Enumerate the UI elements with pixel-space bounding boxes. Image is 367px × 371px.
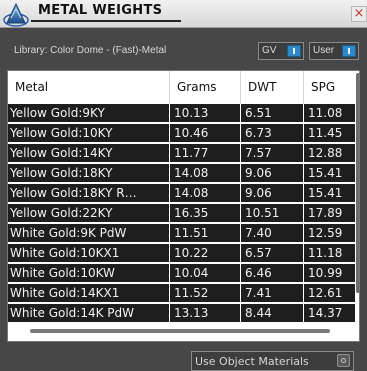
table-row[interactable]: Yellow Gold:14KY 11.77 7.57 12.88: [8, 144, 355, 163]
cell-metal: Yellow Gold:22KY: [8, 204, 170, 223]
cell-metal: Yellow Gold:9KY: [8, 104, 170, 123]
cell-dwt: 10.51: [241, 204, 304, 223]
use-object-materials-checkbox[interactable]: Use Object Materials: [191, 351, 354, 371]
toggle-icon[interactable]: [337, 354, 350, 367]
cell-metal: Yellow Gold:18KY R…: [8, 184, 170, 203]
cell-metal: Yellow Gold:10KY: [8, 124, 170, 143]
cell-grams: 16.35: [170, 204, 241, 223]
table-row[interactable]: White Gold:9K PdW 11.51 7.40 12.59: [8, 224, 355, 243]
column-header-dwt[interactable]: DWT: [241, 71, 304, 104]
library-label: Library: Color Dome - (Fast)-Metal: [14, 45, 167, 56]
table-row[interactable]: Yellow Gold:10KY 10.46 6.73 11.45: [8, 124, 355, 143]
cell-grams: 14.08: [170, 164, 241, 183]
column-header-spg[interactable]: SPG: [304, 71, 355, 104]
cell-metal: White Gold:10KX1: [8, 244, 170, 263]
close-button[interactable]: ×: [351, 6, 367, 22]
cell-metal: Yellow Gold:18KY: [8, 164, 170, 183]
cell-spg: 11.18: [308, 246, 343, 260]
mode-select-value: User: [313, 45, 335, 56]
table-row[interactable]: Yellow Gold:18KY R… 14.08 9.06 15.41: [8, 184, 355, 203]
cell-metal: White Gold:14K PdW: [8, 304, 170, 323]
cell-metal: White Gold:10KW: [8, 264, 170, 283]
table-row[interactable]: White Gold:14K PdW 13.13 8.44 14.37: [8, 304, 355, 323]
title-bar[interactable]: METAL WEIGHTS ×: [0, 0, 367, 28]
view-select-toggle-icon[interactable]: [287, 45, 301, 57]
table-row[interactable]: Yellow Gold:9KY 10.13 6.51 11.08: [8, 104, 355, 123]
window-title: METAL WEIGHTS: [38, 3, 163, 18]
table-row[interactable]: White Gold:10KW 10.04 6.46 10.99: [8, 264, 355, 283]
cell-spg: 11.45: [308, 126, 343, 140]
cell-dwt: 8.44: [241, 304, 304, 323]
table-row[interactable]: Yellow Gold:22KY 16.35 10.51 17.89: [8, 204, 355, 223]
cell-metal: White Gold:14KX1: [8, 284, 170, 303]
cell-dwt: 7.40: [241, 224, 304, 243]
app-logo-icon: [3, 2, 29, 27]
column-header-metal[interactable]: Metal: [8, 71, 170, 104]
metal-weights-window: METAL WEIGHTS × Library: Color Dome - (F…: [0, 0, 367, 371]
cell-grams: 11.52: [170, 284, 241, 303]
mode-select-toggle-icon[interactable]: [342, 45, 356, 57]
cell-dwt: 6.46: [241, 264, 304, 283]
vertical-scrollbar-thumb[interactable]: [356, 73, 359, 293]
cell-grams: 10.46: [170, 124, 241, 143]
cell-spg: 12.61: [308, 286, 343, 300]
mode-select[interactable]: User: [309, 42, 359, 60]
table-header: Metal Grams DWT SPG: [8, 71, 355, 105]
cell-grams: 10.04: [170, 264, 241, 283]
cell-spg: 12.59: [308, 226, 343, 240]
cell-dwt: 6.51: [241, 104, 304, 123]
view-select-value: GV: [262, 45, 277, 56]
use-object-materials-label: Use Object Materials: [195, 355, 309, 368]
cell-spg: 14.37: [308, 306, 343, 320]
cell-spg: 11.08: [308, 106, 343, 120]
title-underline: [31, 20, 181, 22]
cell-dwt: 6.73: [241, 124, 304, 143]
view-select[interactable]: GV: [258, 42, 304, 60]
cell-metal: Yellow Gold:14KY: [8, 144, 170, 163]
cell-dwt: 6.57: [241, 244, 304, 263]
column-header-grams[interactable]: Grams: [170, 71, 241, 104]
cell-spg: 17.89: [308, 206, 343, 220]
horizontal-scrollbar-thumb[interactable]: [30, 329, 330, 333]
metal-weights-table: Metal Grams DWT SPG Yellow Gold:9KY 10.13…: [7, 70, 360, 342]
cell-spg: 12.88: [308, 146, 343, 160]
cell-spg: 10.99: [308, 266, 343, 280]
table-row[interactable]: Yellow Gold:18KY 14.08 9.06 15.41: [8, 164, 355, 183]
cell-metal: White Gold:9K PdW: [8, 224, 170, 243]
cell-grams: 13.13: [170, 304, 241, 323]
cell-grams: 11.51: [170, 224, 241, 243]
table-row[interactable]: White Gold:10KX1 10.22 6.57 11.18: [8, 244, 355, 263]
cell-dwt: 7.41: [241, 284, 304, 303]
table-row[interactable]: White Gold:14KX1 11.52 7.41 12.61: [8, 284, 355, 303]
cell-dwt: 9.06: [241, 184, 304, 203]
cell-spg: 15.41: [308, 166, 343, 180]
cell-grams: 10.13: [170, 104, 241, 123]
cell-grams: 14.08: [170, 184, 241, 203]
cell-dwt: 9.06: [241, 164, 304, 183]
cell-grams: 10.22: [170, 244, 241, 263]
cell-spg: 15.41: [308, 186, 343, 200]
cell-dwt: 7.57: [241, 144, 304, 163]
cell-grams: 11.77: [170, 144, 241, 163]
